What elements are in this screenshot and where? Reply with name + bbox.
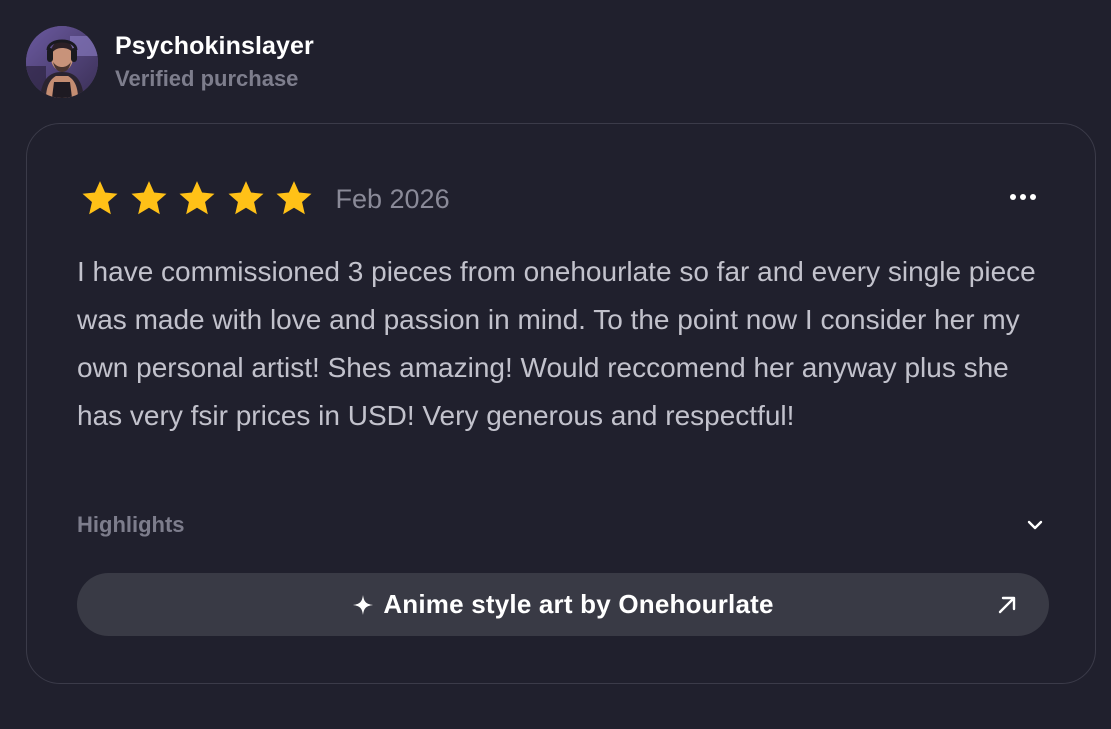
star-icon (128, 178, 170, 220)
review-text: I have commissioned 3 pieces from onehou… (77, 256, 1036, 431)
external-link-arrow-icon (998, 596, 1016, 614)
avatar-image (26, 26, 98, 98)
reviewer-name[interactable]: Psychokinslayer (115, 30, 314, 62)
review-card: Feb 2026 I have commissioned 3 pieces fr… (26, 123, 1096, 684)
rating-row: Feb 2026 (79, 178, 450, 220)
avatar[interactable] (26, 26, 98, 98)
highlights-toggle[interactable]: Highlights (77, 509, 1045, 541)
star-icon (176, 178, 218, 220)
star-icon (273, 178, 315, 220)
more-options-button[interactable] (1005, 182, 1041, 212)
star-rating (79, 178, 322, 220)
chevron-down-icon (1027, 520, 1043, 530)
review-page: Psychokinslayer Verified purchase Feb 20… (0, 0, 1111, 729)
star-icon (79, 178, 121, 220)
product-link-button[interactable]: Anime style art by Onehourlate (77, 573, 1049, 636)
product-link-label: Anime style art by Onehourlate (383, 589, 774, 619)
star-icon (225, 178, 267, 220)
reviewer-header: Psychokinslayer Verified purchase (26, 26, 314, 98)
more-horizontal-icon (1008, 194, 1038, 200)
sparkle-icon (353, 594, 374, 615)
highlights-label: Highlights (77, 512, 185, 537)
review-date: Feb 2026 (335, 184, 450, 214)
verified-purchase-badge: Verified purchase (115, 66, 299, 91)
product-link-content: Anime style art by Onehourlate (352, 589, 773, 620)
reviewer-meta: Psychokinslayer Verified purchase (115, 30, 314, 94)
